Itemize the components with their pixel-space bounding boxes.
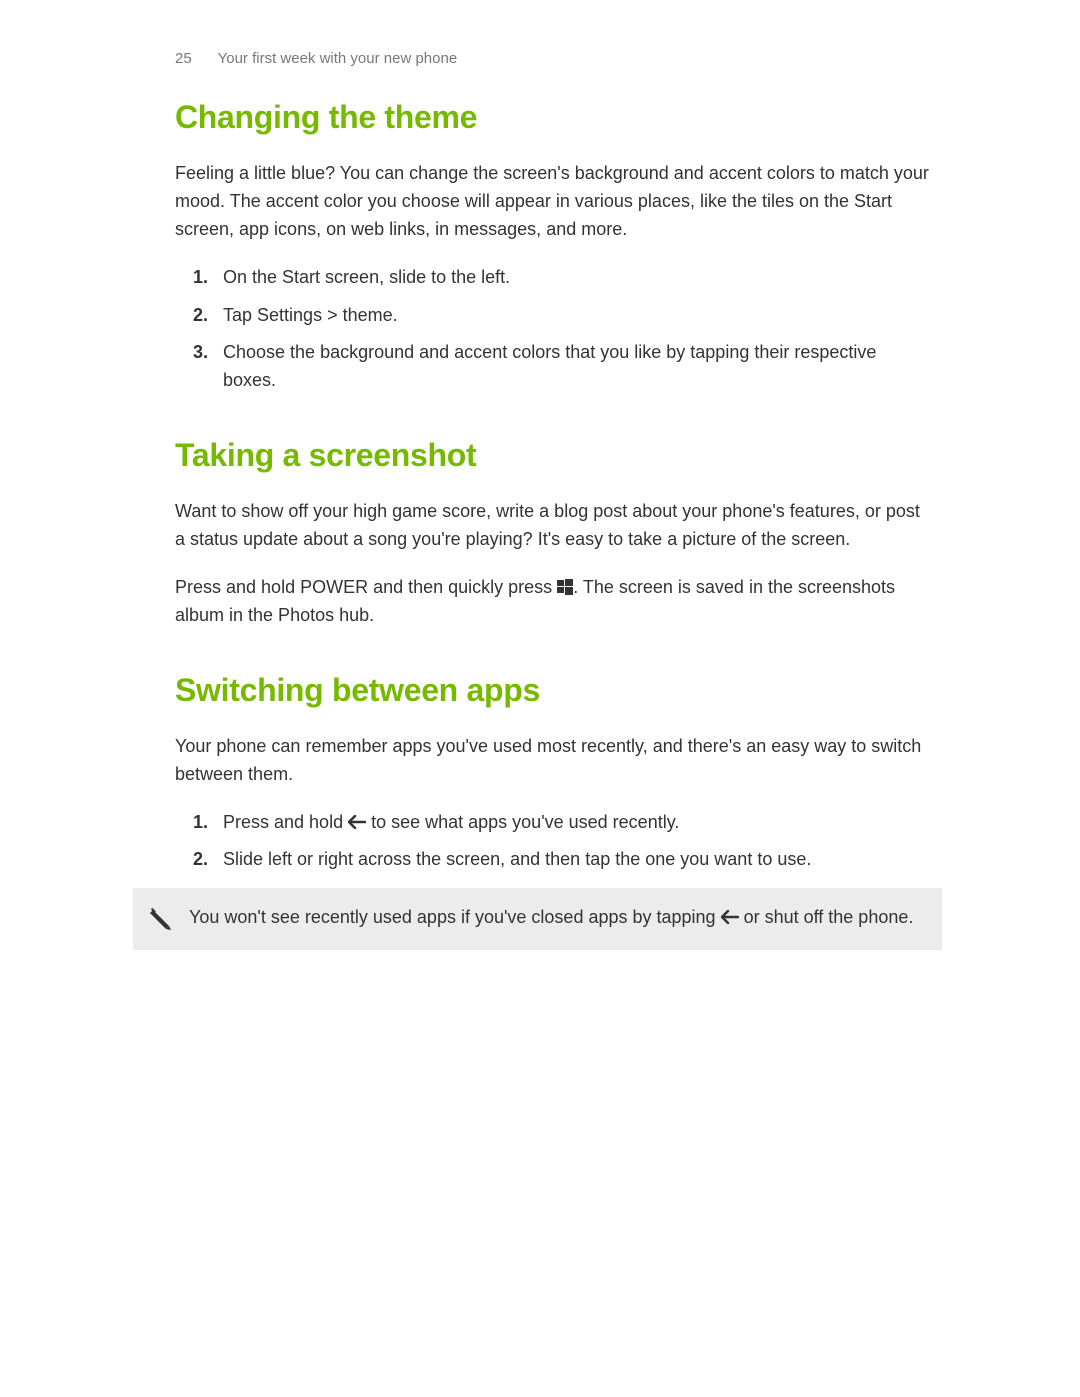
steps-changing-theme: On the Start screen, slide to the left. … <box>175 264 930 396</box>
step-1-switching: Press and hold to see what apps you've u… <box>175 809 930 837</box>
chapter-title: Your first week with your new phone <box>218 50 458 67</box>
note-suffix: or shut off the phone. <box>739 907 914 927</box>
step-2-prefix: Tap <box>223 305 257 325</box>
screenshot-prefix: Press and hold POWER and then quickly pr… <box>175 577 557 597</box>
steps-switching-apps: Press and hold to see what apps you've u… <box>175 809 930 875</box>
step-2: Tap Settings > theme. <box>175 302 930 330</box>
heading-screenshot: Taking a screenshot <box>175 437 930 474</box>
page-header: 25 Your first week with your new phone <box>175 50 930 67</box>
screenshot-suffix: album in the Photos hub. <box>175 605 374 625</box>
step-2-settings-label: Settings <box>257 305 322 325</box>
step-2-separator: > <box>322 305 343 325</box>
intro-changing-theme: Feeling a little blue? You can change th… <box>175 160 930 244</box>
step-2-theme-label: theme <box>343 305 393 325</box>
switch-step1-suffix: to see what apps you've used recently. <box>366 812 679 832</box>
step-2-suffix: . <box>393 305 398 325</box>
back-arrow-icon <box>348 810 366 824</box>
screenshot-mid: . The screen is saved in the <box>573 577 798 597</box>
screenshot-album-label: screenshots <box>798 577 895 597</box>
intro-screenshot: Want to show off your high game score, w… <box>175 498 930 554</box>
step-3: Choose the background and accent colors … <box>175 339 930 395</box>
intro-switching-apps: Your phone can remember apps you've used… <box>175 733 930 789</box>
note-box: You won't see recently used apps if you'… <box>133 888 942 950</box>
back-arrow-icon-note <box>721 905 739 919</box>
switch-step1-prefix: Press and hold <box>223 812 348 832</box>
pencil-note-icon <box>133 904 189 934</box>
heading-switching-apps: Switching between apps <box>175 672 930 709</box>
windows-start-icon <box>557 576 573 592</box>
body-screenshot: Press and hold POWER and then quickly pr… <box>175 574 930 630</box>
step-1: On the Start screen, slide to the left. <box>175 264 930 292</box>
step-2-switching: Slide left or right across the screen, a… <box>175 846 930 874</box>
heading-changing-theme: Changing the theme <box>175 99 930 136</box>
note-text: You won't see recently used apps if you'… <box>189 904 922 934</box>
page-number: 25 <box>175 50 192 67</box>
page-content: 25 Your first week with your new phone C… <box>0 0 1080 1000</box>
note-prefix: You won't see recently used apps if you'… <box>189 907 721 927</box>
